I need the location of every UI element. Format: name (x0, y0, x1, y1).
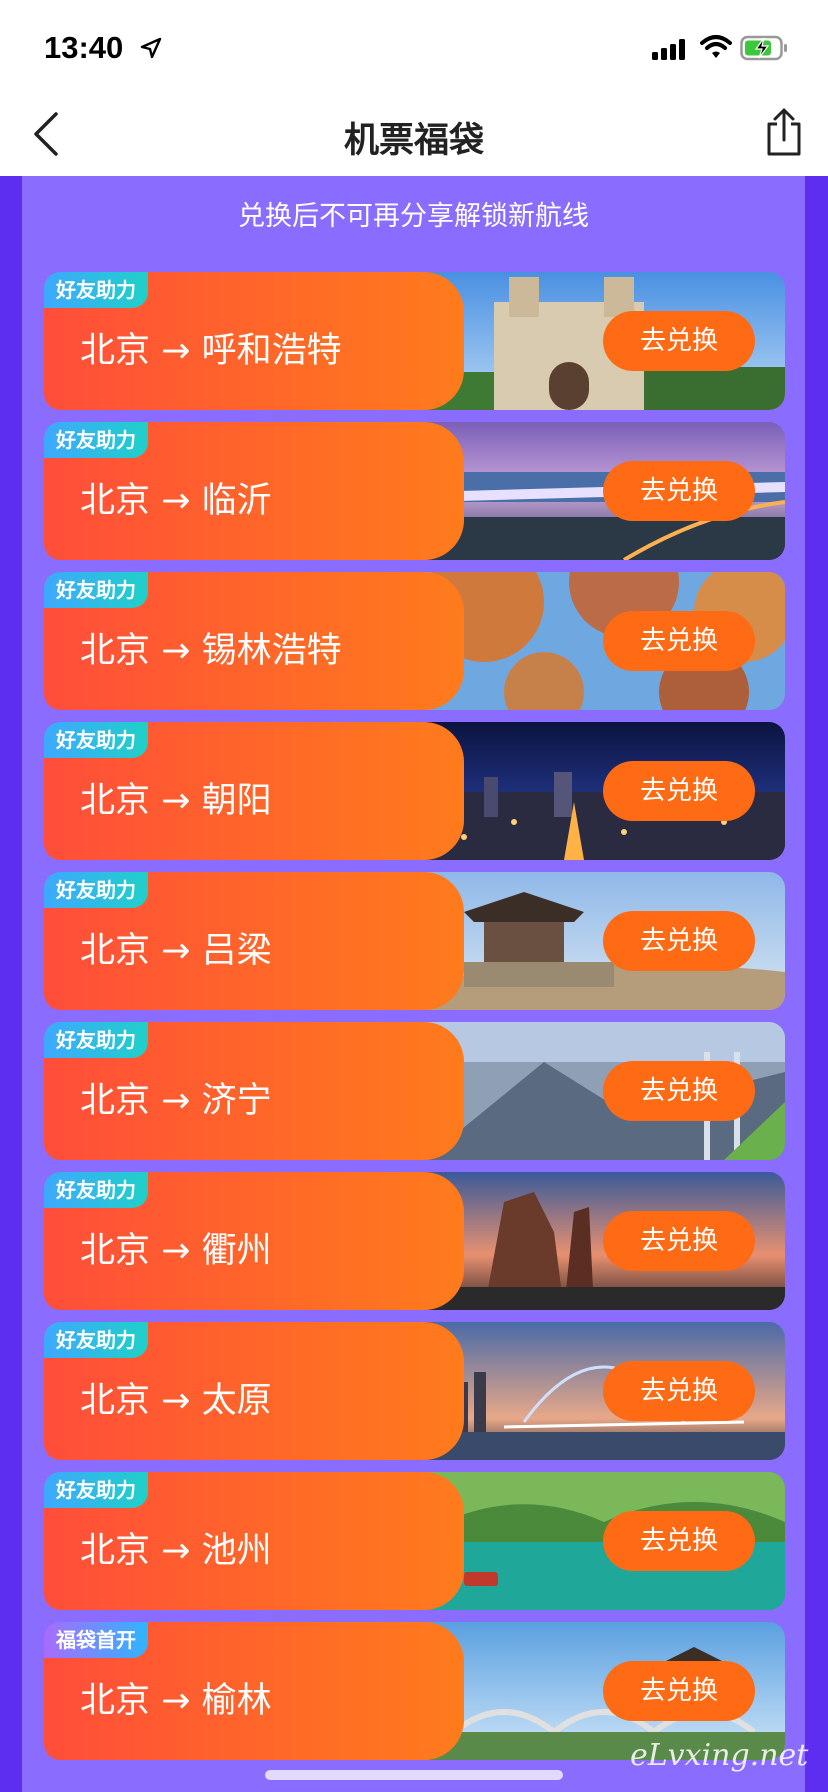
watermark-text: eLvxing.net (630, 1738, 809, 1773)
wifi-icon (700, 35, 732, 58)
route-tag: 好友助力 (44, 722, 148, 758)
route-tag: 好友助力 (44, 1172, 148, 1208)
route-tag: 好友助力 (44, 1322, 148, 1358)
route-card[interactable]: 好友助力 北京 → 吕梁 去兑换 (44, 872, 785, 1010)
route-tag: 福袋首开 (44, 1622, 148, 1658)
redeem-button[interactable]: 去兑换 (603, 1511, 755, 1571)
route-tag: 好友助力 (44, 1022, 148, 1058)
route-label: 北京 → 榆林 (80, 1681, 272, 1721)
signal-icon (652, 39, 685, 60)
status-time: 13:40 (44, 30, 124, 65)
redeem-button[interactable]: 去兑换 (603, 311, 755, 371)
redeem-button[interactable]: 去兑换 (603, 1361, 755, 1421)
route-tag: 好友助力 (44, 422, 148, 458)
redeem-button[interactable]: 去兑换 (603, 1061, 755, 1121)
notice-text: 兑换后不可再分享解锁新航线 (238, 201, 589, 232)
redeem-button[interactable]: 去兑换 (603, 761, 755, 821)
status-bar: 13:40 (0, 0, 828, 96)
location-arrow-icon (140, 37, 162, 59)
route-label: 北京 → 池州 (80, 1531, 272, 1571)
route-card[interactable]: 好友助力 北京 → 朝阳 去兑换 (44, 722, 785, 860)
route-card[interactable]: 好友助力 北京 → 衢州 去兑换 (44, 1172, 785, 1310)
route-tag: 好友助力 (44, 572, 148, 608)
route-label: 北京 → 太原 (80, 1381, 272, 1421)
page-title: 机票福袋 (343, 121, 484, 161)
route-label: 北京 → 吕梁 (80, 931, 272, 971)
route-list-panel: 兑换后不可再分享解锁新航线 好友助力 北京 → 呼和浩特 去兑换 好友助力 北京… (22, 176, 805, 1792)
route-tag: 好友助力 (44, 872, 148, 908)
route-tag: 好友助力 (44, 272, 148, 308)
redeem-button[interactable]: 去兑换 (603, 1211, 755, 1271)
share-icon[interactable] (763, 106, 805, 158)
route-card[interactable]: 好友助力 北京 → 临沂 去兑换 (44, 422, 785, 560)
route-label: 北京 → 衢州 (80, 1231, 272, 1271)
route-tag: 好友助力 (44, 1472, 148, 1508)
route-card[interactable]: 好友助力 北京 → 济宁 去兑换 (44, 1022, 785, 1160)
content-area: 兑换后不可再分享解锁新航线 好友助力 北京 → 呼和浩特 去兑换 好友助力 北京… (0, 176, 828, 1792)
route-card[interactable]: 好友助力 北京 → 锡林浩特 去兑换 (44, 572, 785, 710)
route-label: 北京 → 朝阳 (80, 781, 272, 821)
route-label: 北京 → 锡林浩特 (80, 631, 342, 671)
route-label: 北京 → 济宁 (80, 1081, 272, 1121)
route-card[interactable]: 好友助力 北京 → 太原 去兑换 (44, 1322, 785, 1460)
redeem-button[interactable]: 去兑换 (603, 461, 755, 521)
route-card[interactable]: 好友助力 北京 → 呼和浩特 去兑换 (44, 272, 785, 410)
battery-charging-icon (740, 35, 787, 61)
home-indicator (265, 1770, 563, 1780)
redeem-button[interactable]: 去兑换 (603, 1661, 755, 1721)
redeem-button[interactable]: 去兑换 (603, 611, 755, 671)
redeem-button[interactable]: 去兑换 (603, 911, 755, 971)
nav-bar: 机票福袋 (0, 96, 828, 176)
route-label: 北京 → 临沂 (80, 481, 272, 521)
route-card[interactable]: 好友助力 北京 → 池州 去兑换 (44, 1472, 785, 1610)
route-label: 北京 → 呼和浩特 (80, 331, 342, 371)
